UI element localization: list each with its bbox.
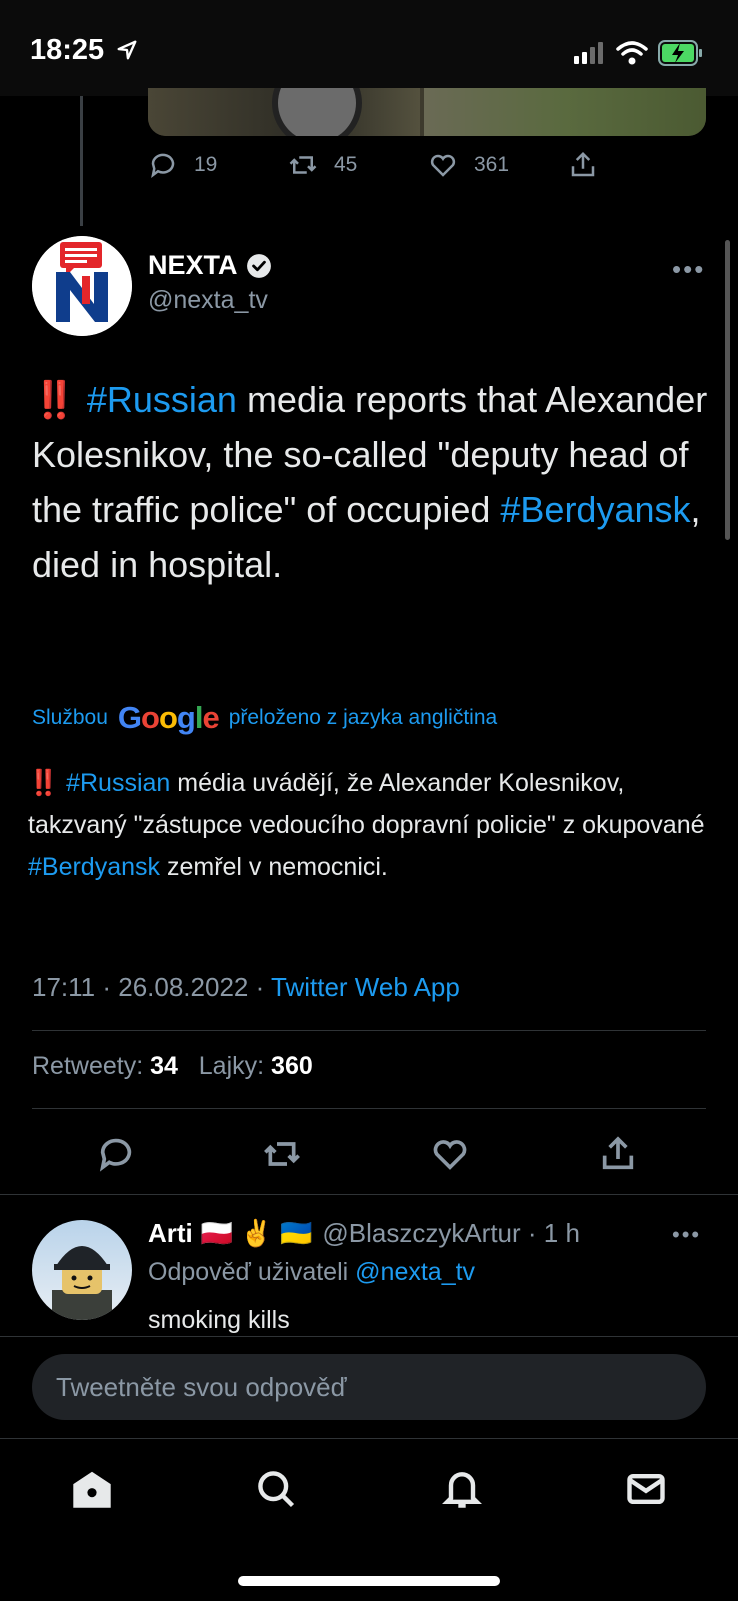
previous-tweet-media[interactable] <box>148 88 706 136</box>
location-arrow-icon <box>117 40 137 60</box>
retweet-icon <box>264 1142 300 1166</box>
status-bar: 18:25 <box>0 0 738 96</box>
wifi-icon <box>616 41 648 65</box>
tweet-text: ‼️ #Russian media reports that Alexander… <box>32 379 708 585</box>
replying-to: Odpověď uživateli @nexta_tv <box>148 1258 476 1286</box>
like-button[interactable] <box>430 1134 470 1179</box>
tab-home[interactable] <box>70 1467 114 1516</box>
tab-messages[interactable] <box>624 1467 668 1516</box>
translated-hashtag-berdyansk[interactable]: #Berdyansk <box>28 853 160 881</box>
translated-text: ‼️ #Russian média uvádějí, že Alexander … <box>28 769 705 881</box>
retweet-icon <box>289 156 317 174</box>
share-button[interactable] <box>598 1134 638 1179</box>
flags: 🇵🇱 ✌️ 🇺🇦 <box>200 1218 313 1248</box>
reply-icon <box>99 1138 132 1172</box>
like-icon <box>430 154 456 177</box>
tweet-meta: 17:11 · 26.08.2022 · Twitter Web App <box>32 972 460 1003</box>
home-indicator[interactable] <box>238 1576 500 1586</box>
reply-avatar[interactable] <box>32 1220 132 1320</box>
reply-text: smoking kills <box>148 1306 290 1334</box>
thread-connector <box>80 96 83 226</box>
nexta-logo-icon <box>32 236 132 336</box>
tweet-stats: Retweety: 34 Lajky: 360 <box>32 1052 313 1081</box>
divider <box>0 1194 738 1195</box>
retweet-button[interactable] <box>262 1134 302 1179</box>
author-handle[interactable]: @nexta_tv <box>148 286 268 315</box>
divider <box>32 1108 706 1109</box>
author-name[interactable]: NEXTA <box>148 250 272 281</box>
search-icon <box>258 1471 295 1508</box>
likes-stat[interactable]: Lajky: 360 <box>199 1052 313 1080</box>
reply-input[interactable]: Tweetněte svou odpověď <box>32 1354 706 1420</box>
messages-icon <box>627 1473 665 1505</box>
scrollbar[interactable] <box>725 240 730 540</box>
reply-header[interactable]: Arti 🇵🇱 ✌️ 🇺🇦 @BlaszczykArtur · 1 h <box>148 1218 580 1249</box>
status-time: 18:25 <box>30 34 138 67</box>
reply-button[interactable] <box>96 1134 136 1179</box>
reply-icon <box>151 153 175 178</box>
translation-attribution[interactable]: Službou Google přeloženo z jazyka anglič… <box>32 700 497 736</box>
share-icon <box>602 1136 634 1170</box>
tab-search[interactable] <box>254 1467 298 1516</box>
more-icon[interactable]: ••• <box>672 1222 701 1248</box>
google-logo: Google <box>117 700 220 735</box>
battery-charging-icon <box>658 40 702 66</box>
soldier-avatar-icon <box>52 1246 112 1320</box>
previous-like-button[interactable]: 361 <box>428 150 509 180</box>
hashtag-russian[interactable]: #Russian <box>87 379 237 420</box>
translated-hashtag-russian[interactable]: #Russian <box>66 769 170 797</box>
like-icon <box>433 1140 467 1170</box>
divider <box>32 1030 706 1031</box>
notifications-icon <box>442 1472 482 1508</box>
replying-to-handle[interactable]: @nexta_tv <box>355 1258 475 1286</box>
previous-retweet-button[interactable]: 45 <box>288 150 357 180</box>
home-icon <box>73 1471 111 1508</box>
tweet-source-link[interactable]: Twitter Web App <box>271 972 460 1002</box>
signal-icon <box>574 42 603 64</box>
hashtag-berdyansk[interactable]: #Berdyansk <box>500 489 690 530</box>
retweets-stat[interactable]: Retweety: 34 <box>32 1052 178 1080</box>
tab-notifications[interactable] <box>440 1467 484 1516</box>
verified-badge-icon <box>246 253 271 278</box>
tweet-timestamp: 17:11 · 26.08.2022 · <box>32 972 272 1002</box>
previous-share-button[interactable] <box>568 150 598 180</box>
share-icon <box>571 151 595 177</box>
author-avatar[interactable] <box>32 236 132 336</box>
more-icon[interactable]: ••• <box>672 254 705 285</box>
previous-reply-button[interactable]: 19 <box>148 150 217 180</box>
